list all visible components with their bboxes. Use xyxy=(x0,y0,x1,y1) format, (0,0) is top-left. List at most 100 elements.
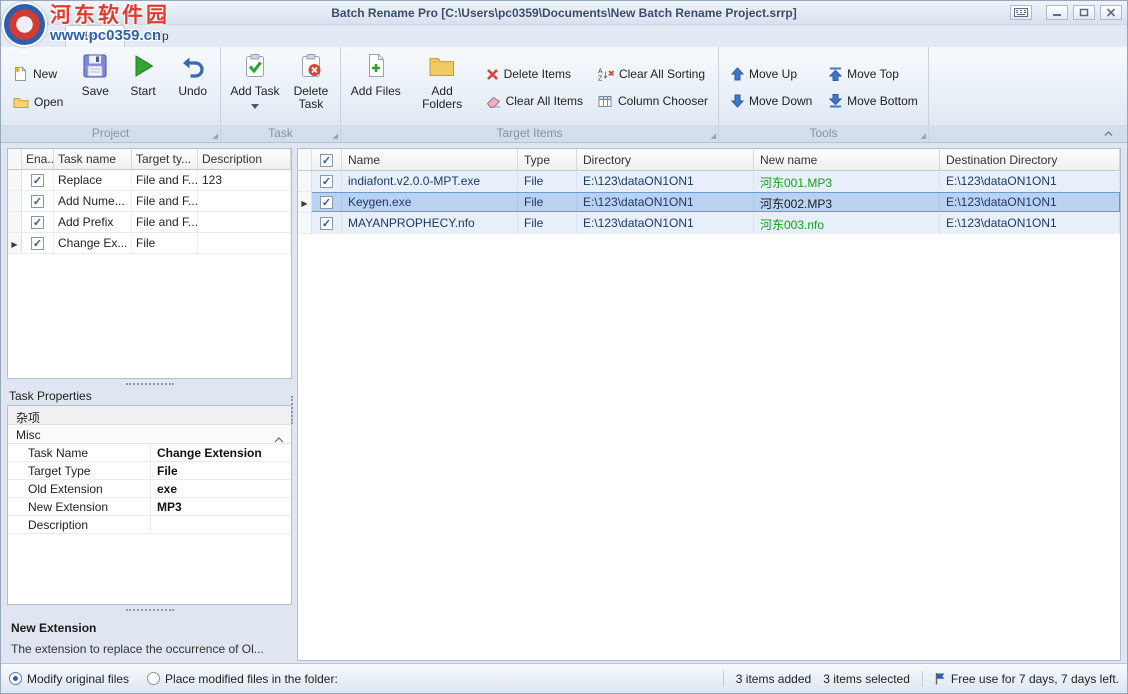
property-row[interactable]: New Extension MP3 xyxy=(8,498,291,516)
target-row[interactable]: indiafont.v2.0.0-MPT.exe File E:\123\dat… xyxy=(298,171,1120,192)
target-grid-header: Name Type Directory New name Destination… xyxy=(298,149,1120,171)
property-value[interactable]: File xyxy=(151,462,291,479)
select-all-header xyxy=(312,149,342,170)
modify-original-label: Modify original files xyxy=(27,672,129,686)
delete-items-button[interactable]: Delete Items xyxy=(480,65,589,83)
property-name: Old Extension xyxy=(8,480,151,497)
add-task-button[interactable]: Add Task xyxy=(227,50,283,125)
clear-all-items-button[interactable]: Clear All Items xyxy=(480,92,589,110)
property-group-misc[interactable]: Misc xyxy=(8,425,291,444)
vertical-splitter[interactable] xyxy=(291,396,293,424)
task-row[interactable]: ▶ Change Ex... File xyxy=(8,233,291,254)
tab-help[interactable]: Help xyxy=(131,26,182,47)
ribbon-group-target-items: Add Files Add Folders Delete Items Clear… xyxy=(341,47,719,142)
cell-new-name: 河东001.MP3 xyxy=(754,171,940,191)
open-button[interactable]: Open xyxy=(7,93,71,111)
property-value[interactable] xyxy=(151,516,291,533)
column-header-task-name[interactable]: Task name xyxy=(54,149,132,169)
select-all-checkbox[interactable] xyxy=(320,154,333,167)
add-files-icon xyxy=(363,53,389,82)
task-properties-title: Task Properties xyxy=(7,388,292,405)
cell-new-name: 河东003.nfo xyxy=(754,213,940,233)
delete-task-icon xyxy=(298,53,324,82)
column-chooser-button[interactable]: Column Chooser xyxy=(592,92,714,110)
move-down-button[interactable]: Move Down xyxy=(725,92,820,110)
move-bottom-button[interactable]: Move Bottom xyxy=(823,92,924,110)
column-header-name[interactable]: Name xyxy=(342,149,518,170)
cell-type: File xyxy=(518,171,577,191)
delete-task-button[interactable]: Delete Task xyxy=(286,50,336,125)
new-document-icon xyxy=(13,66,28,82)
horizontal-splitter[interactable] xyxy=(7,379,292,388)
task-enabled-checkbox[interactable] xyxy=(31,237,44,250)
dropdown-arrow-icon xyxy=(251,99,259,112)
add-files-button-label: Add Files xyxy=(351,85,401,98)
column-chooser-icon xyxy=(598,95,613,108)
target-row[interactable]: ▶ Keygen.exe File E:\123\dataON1ON1 河东00… xyxy=(298,192,1120,213)
column-header-new-name[interactable]: New name xyxy=(754,149,940,170)
property-row[interactable]: Target Type File xyxy=(8,462,291,480)
add-files-button[interactable]: Add Files xyxy=(347,50,405,125)
cell-type: File xyxy=(518,192,577,212)
place-modified-option[interactable]: Place modified files in the folder: xyxy=(147,672,338,686)
task-row[interactable]: Add Prefix File and F... xyxy=(8,212,291,233)
new-button-label: New xyxy=(33,67,57,81)
touch-mode-button[interactable] xyxy=(1010,5,1032,20)
close-button[interactable] xyxy=(1100,5,1122,20)
item-checkbox[interactable] xyxy=(320,217,333,230)
cell-destination: E:\123\dataON1ON1 xyxy=(940,171,1120,191)
task-enabled-checkbox[interactable] xyxy=(31,174,44,187)
clear-all-sorting-button[interactable]: AZ Clear All Sorting xyxy=(592,65,714,83)
task-enabled-checkbox[interactable] xyxy=(31,216,44,229)
horizontal-splitter[interactable] xyxy=(7,605,292,614)
start-button-label: Start xyxy=(130,85,155,98)
new-button[interactable]: New xyxy=(7,64,71,84)
column-header-target-type[interactable]: Target ty... xyxy=(132,149,198,169)
property-value[interactable]: MP3 xyxy=(151,498,291,515)
move-up-button[interactable]: Move Up xyxy=(725,65,820,83)
column-header-enabled[interactable]: Ena... xyxy=(22,149,54,169)
help-title: New Extension xyxy=(11,621,288,635)
cell-target-type: File xyxy=(132,233,198,253)
window-title: Batch Rename Pro [C:\Users\pc0359\Docume… xyxy=(1,6,1127,20)
add-folders-button[interactable]: Add Folders xyxy=(408,50,477,125)
save-button[interactable]: Save xyxy=(74,50,117,125)
column-header-type[interactable]: Type xyxy=(518,149,577,170)
property-row[interactable]: Old Extension exe xyxy=(8,480,291,498)
column-header-directory[interactable]: Directory xyxy=(577,149,754,170)
move-top-button[interactable]: Move Top xyxy=(823,65,924,83)
maximize-button[interactable] xyxy=(1073,5,1095,20)
column-chooser-button-label: Column Chooser xyxy=(618,94,708,108)
column-header-destination-directory[interactable]: Destination Directory xyxy=(940,149,1120,170)
tab-home[interactable]: Home xyxy=(65,25,125,47)
task-row[interactable]: Add Nume... File and F... xyxy=(8,191,291,212)
cell-destination: E:\123\dataON1ON1 xyxy=(940,213,1120,233)
task-row[interactable]: Replace File and F... 123 xyxy=(8,170,291,191)
radio-unselected-icon[interactable] xyxy=(147,672,160,685)
property-value[interactable]: exe xyxy=(151,480,291,497)
dialog-launcher-icon[interactable]: ◢ xyxy=(333,133,338,141)
item-checkbox[interactable] xyxy=(320,175,333,188)
property-value[interactable]: Change Extension xyxy=(151,444,291,461)
ribbon: New Open Save Start Undo xyxy=(1,47,1127,143)
radio-selected-icon[interactable] xyxy=(9,672,22,685)
property-category[interactable]: 杂项 xyxy=(8,406,291,425)
dialog-launcher-icon[interactable]: ◢ xyxy=(921,133,926,141)
property-row[interactable]: Task Name Change Extension xyxy=(8,444,291,462)
dialog-launcher-icon[interactable]: ◢ xyxy=(711,133,716,141)
column-header-description[interactable]: Description xyxy=(198,149,291,169)
modify-original-option[interactable]: Modify original files xyxy=(9,672,129,686)
start-play-icon xyxy=(130,53,156,82)
task-enabled-checkbox[interactable] xyxy=(31,195,44,208)
ribbon-collapse-button[interactable] xyxy=(1099,127,1117,140)
dialog-launcher-icon[interactable]: ◢ xyxy=(213,133,218,141)
undo-button[interactable]: Undo xyxy=(169,50,216,125)
delete-items-button-label: Delete Items xyxy=(504,67,571,81)
ribbon-group-tools: Move Up Move Down Move Top Move Bottom xyxy=(719,47,929,142)
target-row[interactable]: MAYANPROPHECY.nfo File E:\123\dataON1ON1… xyxy=(298,213,1120,234)
minimize-button[interactable] xyxy=(1046,5,1068,20)
item-checkbox[interactable] xyxy=(320,196,333,209)
property-row[interactable]: Description xyxy=(8,516,291,534)
collapse-chevron-icon[interactable] xyxy=(274,432,284,446)
start-button[interactable]: Start xyxy=(120,50,167,125)
